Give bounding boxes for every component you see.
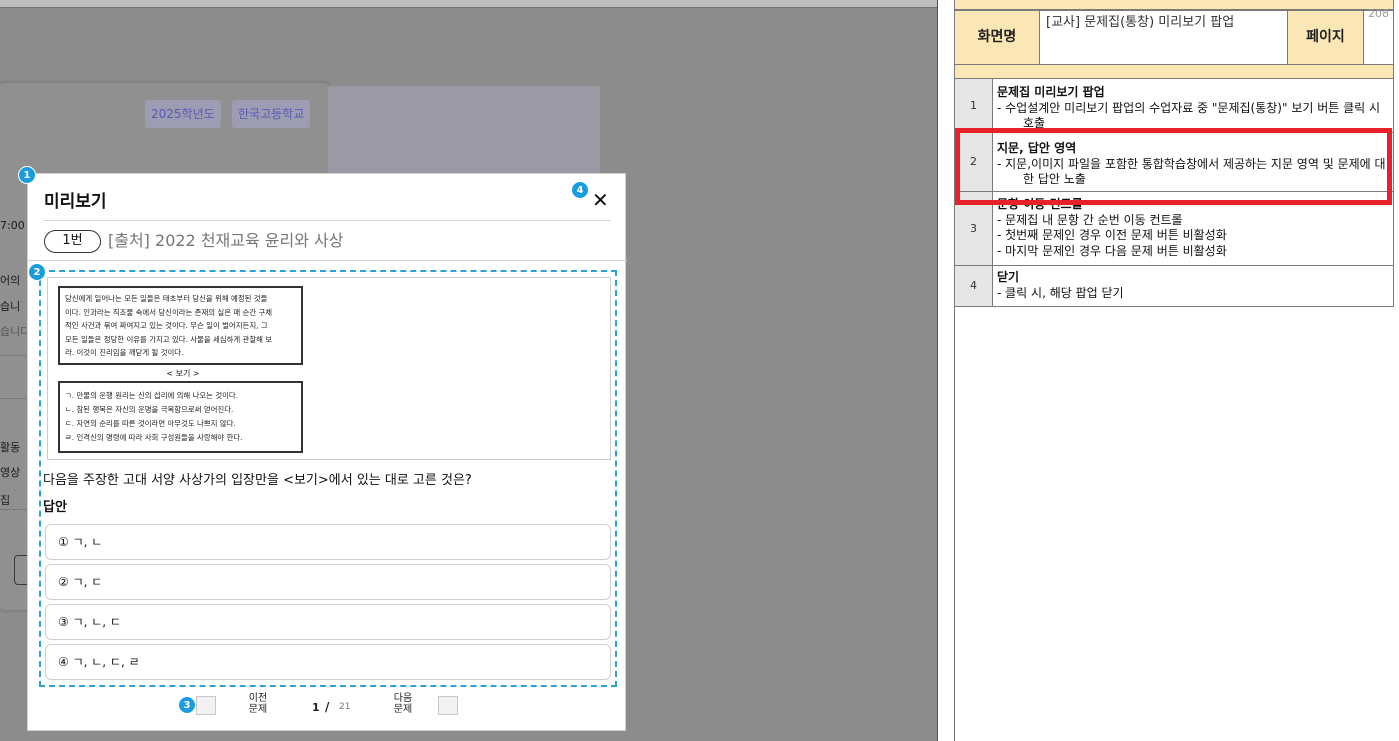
row-bullet: - 마지막 문제인 경우 다음 문제 버튼 비활성화 bbox=[997, 243, 1227, 258]
row-bullet: - 수업설계안 미리보기 팝업의 수업자료 중 "문제집(통창)" 보기 버튼 … bbox=[997, 100, 1381, 131]
page-separator: / bbox=[325, 700, 330, 714]
passage-line: 모든 일들은 정당한 이유를 가지고 있다. 사물을 세심하게 관찰해 보 bbox=[65, 334, 273, 344]
passage-image-frame: 당신에게 일어나는 모든 일들은 태초부터 당신을 위해 예정된 것들 이다. … bbox=[47, 277, 611, 460]
total-pages: 21 bbox=[339, 702, 351, 712]
answer-choice-2[interactable]: ② ㄱ, ㄷ bbox=[45, 564, 611, 600]
bogi-title: < 보기 > bbox=[166, 369, 200, 378]
annotation-marker-2: 2 bbox=[28, 263, 46, 281]
annotation-marker-1: 1 bbox=[18, 166, 36, 184]
year-tag: 2025학년도 bbox=[145, 100, 221, 128]
next-question-label: 다음 문제 bbox=[393, 693, 413, 715]
next-question-button[interactable] bbox=[438, 696, 458, 715]
passage-line: 이다. 인과라는 직조물 속에서 당신이라는 존재의 실은 매 순간 구체 bbox=[65, 307, 273, 317]
row-heading: 문제집 미리보기 팝업 bbox=[997, 85, 1105, 99]
title-divider bbox=[43, 220, 611, 221]
question-pager: 이전 문제 1 / 21 다음 문제 bbox=[28, 689, 627, 729]
prev-question-button[interactable] bbox=[196, 696, 216, 715]
bg-fragment: 어의 bbox=[0, 274, 21, 287]
row-bullet: - 첫번째 문제인 경우 이전 문제 버튼 비활성화 bbox=[997, 228, 1227, 242]
question-number-badge: 1번 bbox=[44, 230, 101, 253]
page-label: 페이지 bbox=[1287, 10, 1364, 65]
header-strip bbox=[954, 0, 1394, 10]
question-text: 다음을 주장한 고대 서양 사상가의 입장만을 <보기>에서 있는 대로 고른 … bbox=[43, 473, 472, 488]
answer-choice-3[interactable]: ③ ㄱ, ㄴ, ㄷ bbox=[45, 604, 611, 640]
header-divider bbox=[28, 260, 627, 261]
row-bullet: - 문제집 내 문항 간 순번 이동 컨트롤 bbox=[997, 212, 1183, 227]
row-description: 문제집 미리보기 팝업 - 수업설계안 미리보기 팝업의 수업자료 중 "문제집… bbox=[992, 78, 1394, 133]
row-description: 닫기 - 클릭 시, 해당 팝업 닫기 bbox=[992, 265, 1394, 307]
answer-choice-1[interactable]: ① ㄱ, ㄴ bbox=[45, 524, 611, 560]
passage-line: 당신에게 일어나는 모든 일들은 태초부터 당신을 위해 예정된 것들 bbox=[65, 294, 268, 303]
answer-label: 답안 bbox=[43, 500, 67, 515]
passage-line: 라. 이것이 진리임을 깨닫게 될 것이다. bbox=[65, 348, 184, 357]
question-source: [출처] 2022 천재교육 윤리와 사상 bbox=[108, 231, 344, 250]
annotation-marker-3: 3 bbox=[178, 696, 196, 714]
passage-line: 적인 사건과 묶여 짜여지고 있는 것이다. 무슨 일이 벌어지든지, 그 bbox=[65, 321, 268, 330]
screen-name-label: 화면명 bbox=[954, 10, 1040, 65]
bg-fragment: 영상 bbox=[0, 466, 21, 479]
app-top-bar bbox=[0, 0, 938, 8]
page-number: 208 bbox=[1368, 7, 1389, 20]
header-spacer bbox=[954, 64, 1394, 79]
bogi-item: ㄹ. 인격신의 명령에 따라 사회 구성원들을 사랑해야 한다. bbox=[65, 433, 243, 442]
modal-title: 미리보기 bbox=[44, 192, 107, 212]
close-button[interactable]: ✕ bbox=[592, 188, 609, 212]
row-number: 1 bbox=[954, 78, 993, 133]
school-tag: 한국고등학교 bbox=[232, 100, 311, 128]
bg-fragment: 습니 bbox=[0, 300, 21, 313]
prev-question-label: 이전 문제 bbox=[248, 693, 268, 715]
bogi-item: ㄱ. 만물의 운행 원리는 신의 섭리에 의해 나오는 것이다. bbox=[65, 391, 239, 400]
answer-choice-4[interactable]: ④ ㄱ, ㄴ, ㄷ, ㄹ bbox=[45, 644, 611, 680]
passage-box: 당신에게 일어나는 모든 일들은 태초부터 당신을 위해 예정된 것들 이다. … bbox=[58, 286, 303, 365]
bg-fragment: 집 bbox=[0, 494, 11, 507]
screen-name-value: [교사] 문제집(통창) 미리보기 팝업 bbox=[1039, 10, 1288, 65]
current-page: 1 bbox=[312, 701, 320, 714]
bg-fragment: 7:00 bbox=[0, 219, 25, 232]
bogi-item: ㄷ. 자연의 순리를 따른 것이라면 아무것도 나쁘지 않다. bbox=[65, 419, 236, 428]
bg-fragment: 활동 bbox=[0, 441, 21, 454]
background-panel bbox=[328, 86, 600, 186]
bg-fragment: 습니다 bbox=[0, 325, 31, 338]
highlight-box bbox=[955, 128, 1392, 205]
bogi-item: ㄴ. 참된 행복은 자신의 운명을 극복함으로써 얻어진다. bbox=[65, 405, 234, 414]
row-number: 4 bbox=[954, 265, 993, 307]
spec-document: 화면명 [교사] 문제집(통창) 미리보기 팝업 페이지 1 문제집 미리보기 … bbox=[938, 0, 1399, 741]
annotation-marker-4: 4 bbox=[571, 181, 589, 199]
passage-answer-area: 당신에게 일어나는 모든 일들은 태초부터 당신을 위해 예정된 것들 이다. … bbox=[39, 270, 617, 687]
preview-modal: 미리보기 ✕ 1번 [출처] 2022 천재교육 윤리와 사상 당신에게 일어나… bbox=[27, 173, 627, 731]
row-bullet: - 클릭 시, 해당 팝업 닫기 bbox=[997, 285, 1124, 300]
bogi-box: ㄱ. 만물의 운행 원리는 신의 섭리에 의해 나오는 것이다. ㄴ. 참된 행… bbox=[58, 381, 303, 453]
row-heading: 닫기 bbox=[997, 270, 1020, 284]
close-icon: ✕ bbox=[592, 188, 609, 212]
